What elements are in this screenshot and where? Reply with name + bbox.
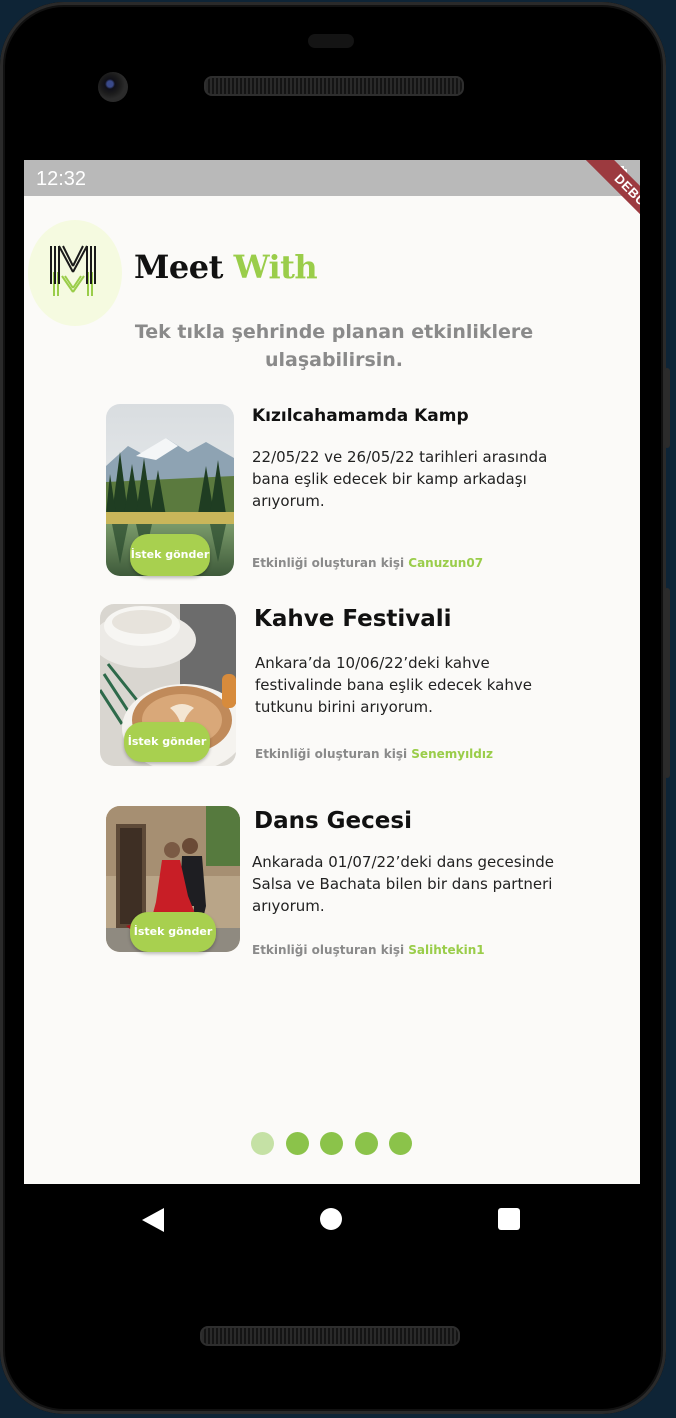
recents-icon[interactable] [498,1208,520,1230]
logo-icon [50,245,96,296]
back-icon[interactable] [140,1206,166,1234]
creator-username[interactable]: Canuzun07 [408,556,483,570]
app-screen: 12:32 DEBUG Meet With Tek tıkla şehrinde… [24,160,640,1184]
top-speaker [204,76,464,96]
brand-with: With [233,248,318,286]
camera-icon [98,72,128,102]
home-icon[interactable] [320,1208,342,1230]
event-title: Kızılcahamamda Kamp [252,406,469,426]
creator-username[interactable]: Salihtekin1 [408,943,484,957]
volume-button [664,588,670,778]
phone-frame: 12:32 DEBUG Meet With Tek tıkla şehrinde… [0,2,670,1414]
page-dot[interactable] [320,1132,343,1155]
status-time: 12:32 [36,168,87,190]
event-creator: Etkinliği oluşturan kişi Salihtekin1 [252,943,485,957]
send-request-button[interactable]: İstek gönder [124,722,210,762]
event-title: Dans Gecesi [254,808,412,834]
app-title: Meet With [134,248,318,286]
page-dot[interactable] [286,1132,309,1155]
event-description: Ankarada 01/07/22’deki dans gecesinde Sa… [252,853,554,915]
tagline: Tek tıkla şehrinde planan etkinliklere u… [134,321,534,371]
power-button [664,368,670,448]
event-creator: Etkinliği oluşturan kişi Canuzun07 [252,556,483,570]
status-bar: 12:32 [24,160,640,196]
creator-label: Etkinliği oluşturan kişi [255,747,408,761]
page-dot[interactable] [355,1132,378,1155]
page-dot-active[interactable] [251,1132,274,1155]
brand-meet: Meet [134,248,223,286]
event-creator: Etkinliği oluşturan kişi Senemyıldız [255,747,493,761]
earpiece [308,34,354,48]
creator-username[interactable]: Senemyıldız [411,747,493,761]
creator-label: Etkinliği oluşturan kişi [252,556,405,570]
event-description: Ankara’da 10/06/22’deki kahve festivalin… [255,654,532,716]
creator-label: Etkinliği oluşturan kişi [252,943,405,957]
event-title: Kahve Festivali [254,606,452,632]
send-request-button[interactable]: İstek gönder [130,534,210,576]
send-request-button[interactable]: İstek gönder [130,912,216,952]
page-dot[interactable] [389,1132,412,1155]
event-description: 22/05/22 ve 26/05/22 tarihleri arasında … [252,448,548,510]
bottom-speaker [200,1326,460,1346]
